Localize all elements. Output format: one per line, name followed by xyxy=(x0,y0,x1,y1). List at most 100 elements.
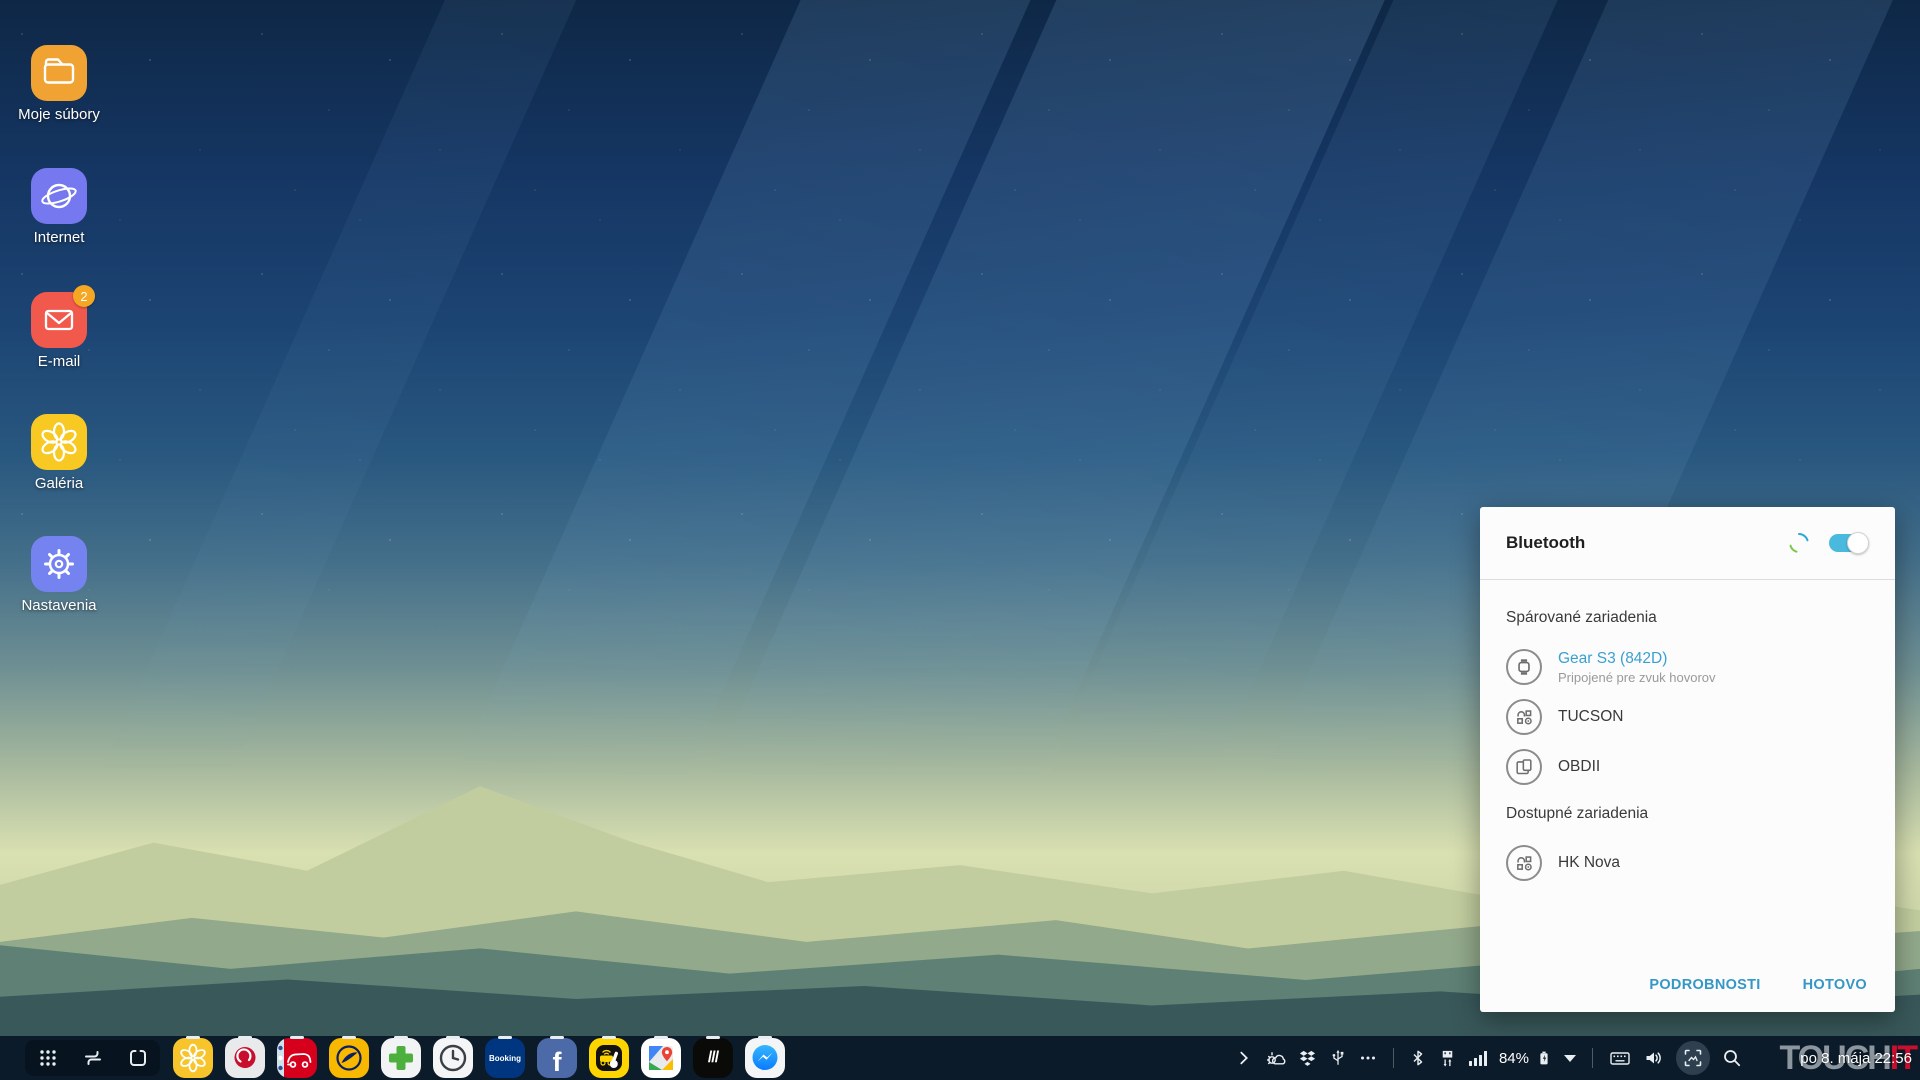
usb-transfer-status[interactable] xyxy=(1438,1049,1457,1068)
device-icon xyxy=(1506,699,1542,735)
device-status: Pripojené pre zvuk hovorov xyxy=(1558,670,1716,685)
taskbar-app-taxi[interactable] xyxy=(589,1038,629,1078)
taskbar-app-google-maps[interactable] xyxy=(641,1038,681,1078)
more-notifications-button[interactable] xyxy=(1359,1049,1377,1067)
paired-devices-header: Spárované zariadenia xyxy=(1506,609,1869,627)
car-icon xyxy=(277,1038,317,1078)
planet-icon xyxy=(31,168,87,224)
dropbox-notification[interactable] xyxy=(1298,1049,1317,1068)
keyboard-icon xyxy=(1609,1048,1631,1068)
usb-icon xyxy=(1329,1049,1347,1067)
flower-icon xyxy=(173,1038,213,1078)
device-row-tucson[interactable]: TUCSON xyxy=(1506,692,1869,742)
taskbar-app-what3words[interactable]: /// xyxy=(693,1038,733,1078)
desktop-icon-email[interactable]: 2 E-mail xyxy=(2,292,116,370)
ellipsis-icon xyxy=(1359,1049,1377,1067)
search-button[interactable] xyxy=(1722,1048,1742,1068)
bluetooth-toggle[interactable] xyxy=(1829,534,1867,552)
weather-notification[interactable] xyxy=(1265,1048,1286,1069)
volume-button[interactable] xyxy=(1643,1048,1664,1068)
icon-label: Nastavenia xyxy=(21,597,96,614)
taskbar-app-facebook[interactable]: f xyxy=(537,1038,577,1078)
icon-label: E-mail xyxy=(38,353,81,370)
bluetooth-panel: Bluetooth Spárované zariadenia Gear S3 (… xyxy=(1480,507,1895,1012)
clock-icon xyxy=(433,1038,473,1078)
toggle-knob xyxy=(1847,532,1869,554)
device-name: TUCSON xyxy=(1558,707,1623,726)
icon-label: Galéria xyxy=(35,475,83,492)
folder-icon xyxy=(31,45,87,101)
tray-divider xyxy=(1592,1048,1593,1068)
red-logo-icon xyxy=(225,1038,265,1078)
usb-transfer-icon xyxy=(1438,1049,1457,1068)
device-row-gear-s3[interactable]: Gear S3 (842D) Pripojené pre zvuk hovoro… xyxy=(1506,642,1869,692)
desktop-icon-settings[interactable]: Nastavenia xyxy=(2,536,116,614)
available-devices-header: Dostupné zariadenia xyxy=(1506,805,1869,823)
apps-button[interactable] xyxy=(31,1043,65,1073)
taxi-hand-icon xyxy=(589,1038,629,1078)
device-name: HK Nova xyxy=(1558,853,1620,872)
datetime-text: po 8. mája 22:56 xyxy=(1800,1050,1912,1067)
crane-bird-icon xyxy=(329,1038,369,1078)
icon-label: Internet xyxy=(34,229,85,246)
signal-strength[interactable] xyxy=(1469,1051,1487,1066)
panel-title: Bluetooth xyxy=(1506,533,1787,553)
search-icon xyxy=(1722,1048,1742,1068)
loading-spinner-icon xyxy=(1787,531,1811,555)
flower-icon xyxy=(31,414,87,470)
taskbar-app-booking[interactable]: Booking xyxy=(485,1038,525,1078)
desktop-icon-my-files[interactable]: Moje súbory xyxy=(2,45,116,123)
desktop-icon-gallery[interactable]: Galéria xyxy=(2,414,116,492)
apps-grid-icon xyxy=(38,1048,58,1068)
window-icon xyxy=(127,1047,149,1069)
facebook-logo-letter: f xyxy=(553,1047,562,1078)
map-icon xyxy=(641,1038,681,1078)
clock-datetime[interactable]: TOUCHIT po 8. mája 22:56 xyxy=(1754,1036,1912,1080)
chevron-right-icon xyxy=(1235,1049,1253,1067)
taskbar: Booking f xyxy=(0,1036,1920,1080)
watch-icon xyxy=(1506,649,1542,685)
booking-logo-text: Booking xyxy=(489,1054,521,1063)
taskbar-app-lufthansa[interactable] xyxy=(329,1038,369,1078)
windows-button[interactable] xyxy=(121,1043,155,1073)
taskbar-app-messenger[interactable] xyxy=(745,1038,785,1078)
usb-notification[interactable] xyxy=(1329,1049,1347,1067)
battery-charging-icon xyxy=(1536,1048,1552,1068)
keyboard-button[interactable] xyxy=(1609,1048,1631,1068)
screen-capture-button[interactable] xyxy=(1676,1041,1710,1075)
tray-expand-button[interactable] xyxy=(1564,1055,1576,1062)
taskbar-app-gallery[interactable] xyxy=(173,1038,213,1078)
recents-icon xyxy=(82,1047,104,1069)
screen-capture-icon xyxy=(1683,1048,1703,1068)
taskbar-app-pharmacy[interactable] xyxy=(381,1038,421,1078)
device-name: Gear S3 (842D) xyxy=(1558,649,1716,668)
device-row-hk-nova[interactable]: HK Nova xyxy=(1506,838,1869,888)
recents-button[interactable] xyxy=(76,1043,110,1073)
gear-icon xyxy=(31,536,87,592)
bluetooth-icon xyxy=(1410,1049,1426,1067)
taskbar-apps: Booking f xyxy=(173,1038,785,1078)
speaker-icon xyxy=(1643,1048,1664,1068)
device-name: OBDII xyxy=(1558,757,1600,776)
taskbar-app-clock[interactable] xyxy=(433,1038,473,1078)
icon-label: Moje súbory xyxy=(18,106,100,123)
desktop-icon-internet[interactable]: Internet xyxy=(2,168,116,246)
expand-tray-button[interactable] xyxy=(1235,1049,1253,1067)
dropbox-icon xyxy=(1298,1049,1317,1068)
details-button[interactable]: PODROBNOSTI xyxy=(1649,977,1760,993)
battery-status[interactable] xyxy=(1536,1048,1552,1068)
signal-bars-icon xyxy=(1469,1051,1487,1066)
device-row-obdii[interactable]: OBDII xyxy=(1506,742,1869,792)
email-unread-badge: 2 xyxy=(73,285,95,307)
tray-divider xyxy=(1393,1048,1394,1068)
bluetooth-status[interactable] xyxy=(1410,1049,1426,1067)
battery-percent: 84% xyxy=(1499,1050,1529,1067)
sun-cloud-icon xyxy=(1265,1048,1286,1069)
taskbar-app-red-logo[interactable] xyxy=(225,1038,265,1078)
system-tray: 84% xyxy=(1235,1036,1920,1080)
caret-down-icon xyxy=(1564,1055,1576,1062)
done-button[interactable]: HOTOVO xyxy=(1803,977,1867,993)
taskbar-app-car-service[interactable] xyxy=(277,1038,317,1078)
divider xyxy=(1480,579,1895,580)
taskbar-nav-group xyxy=(25,1040,160,1076)
